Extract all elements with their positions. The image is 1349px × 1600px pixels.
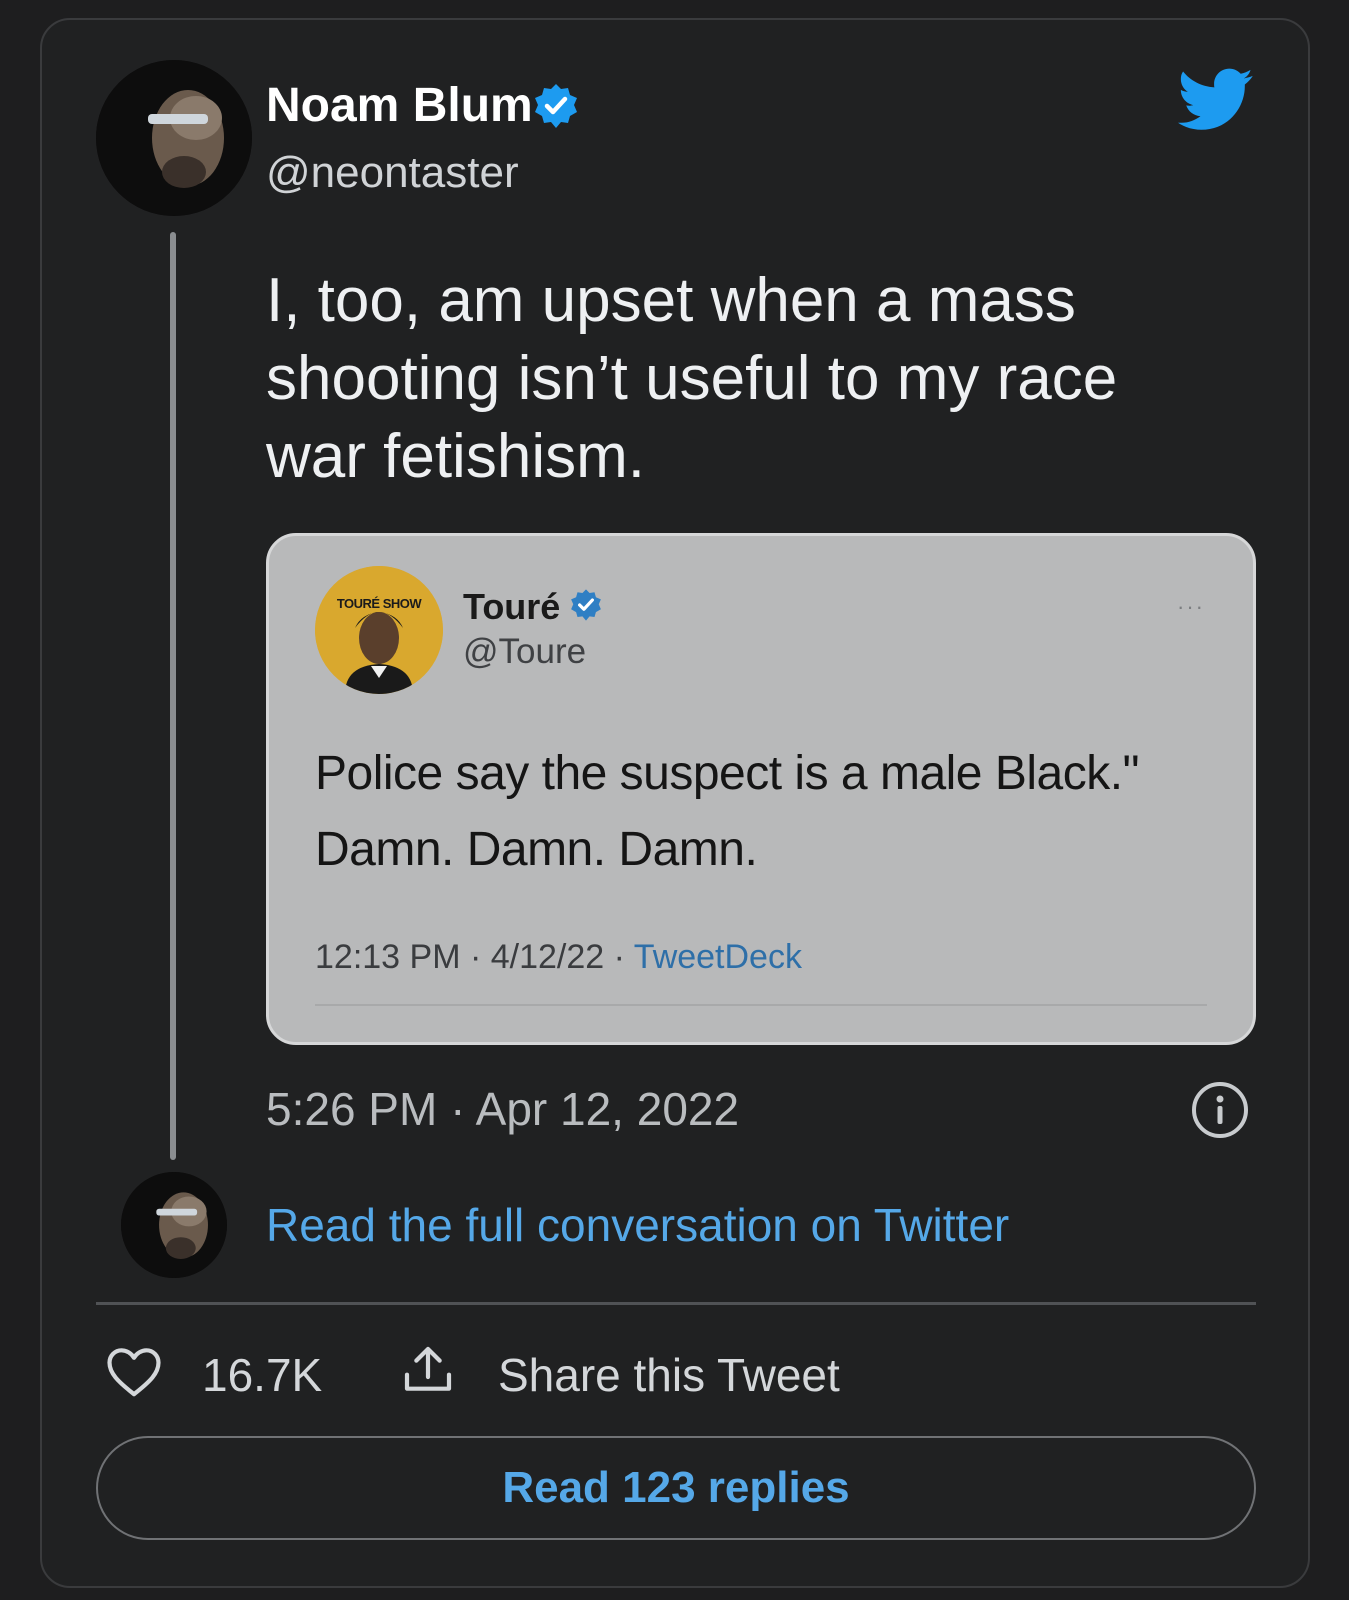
read-replies-button[interactable]: Read 123 replies	[96, 1436, 1256, 1540]
heart-icon[interactable]	[106, 1346, 162, 1403]
author-avatar-small[interactable]	[121, 1172, 227, 1278]
tweet-text: I, too, am upset when a mass shooting is…	[266, 266, 1118, 491]
read-full-conversation-link[interactable]: Read the full conversation on Twitter	[266, 1198, 1009, 1252]
twitter-bird-icon[interactable]	[1178, 68, 1254, 137]
author-avatar[interactable]	[96, 60, 252, 216]
quoted-divider	[315, 1004, 1207, 1006]
tweet-timestamp[interactable]: 5:26 PM · Apr 12, 2022	[266, 1082, 739, 1136]
quoted-tweet-image[interactable]: TOURÉ SHOW Touré @Toure ··· Police say t…	[266, 533, 1256, 1045]
author-name[interactable]: Noam Blum	[266, 78, 533, 133]
thread-line	[170, 232, 176, 1160]
verified-badge-icon	[569, 588, 603, 627]
quoted-tweet-time: 12:13 PM · 4/12/22 ·	[315, 938, 634, 976]
quoted-author-name: Touré	[463, 586, 561, 627]
divider	[96, 1302, 1256, 1305]
verified-badge-icon	[532, 82, 580, 135]
quoted-tweet-meta: 12:13 PM · 4/12/22 · TweetDeck	[315, 938, 802, 977]
quoted-tweet-text: Police say the suspect is a male Black."…	[315, 747, 1140, 876]
quoted-tweet-source: TweetDeck	[633, 938, 802, 976]
more-icon: ···	[1177, 594, 1205, 619]
author-handle[interactable]: @neontaster	[266, 148, 519, 198]
share-icon[interactable]	[400, 1342, 456, 1403]
quoted-author-handle: @Toure	[463, 632, 587, 671]
share-tweet-button[interactable]: Share this Tweet	[498, 1348, 840, 1402]
info-icon[interactable]	[1190, 1080, 1250, 1145]
quoted-avatar-label: TOURÉ SHOW	[336, 596, 422, 611]
quoted-avatar: TOURÉ SHOW	[315, 566, 443, 694]
like-count[interactable]: 16.7K	[202, 1348, 322, 1402]
